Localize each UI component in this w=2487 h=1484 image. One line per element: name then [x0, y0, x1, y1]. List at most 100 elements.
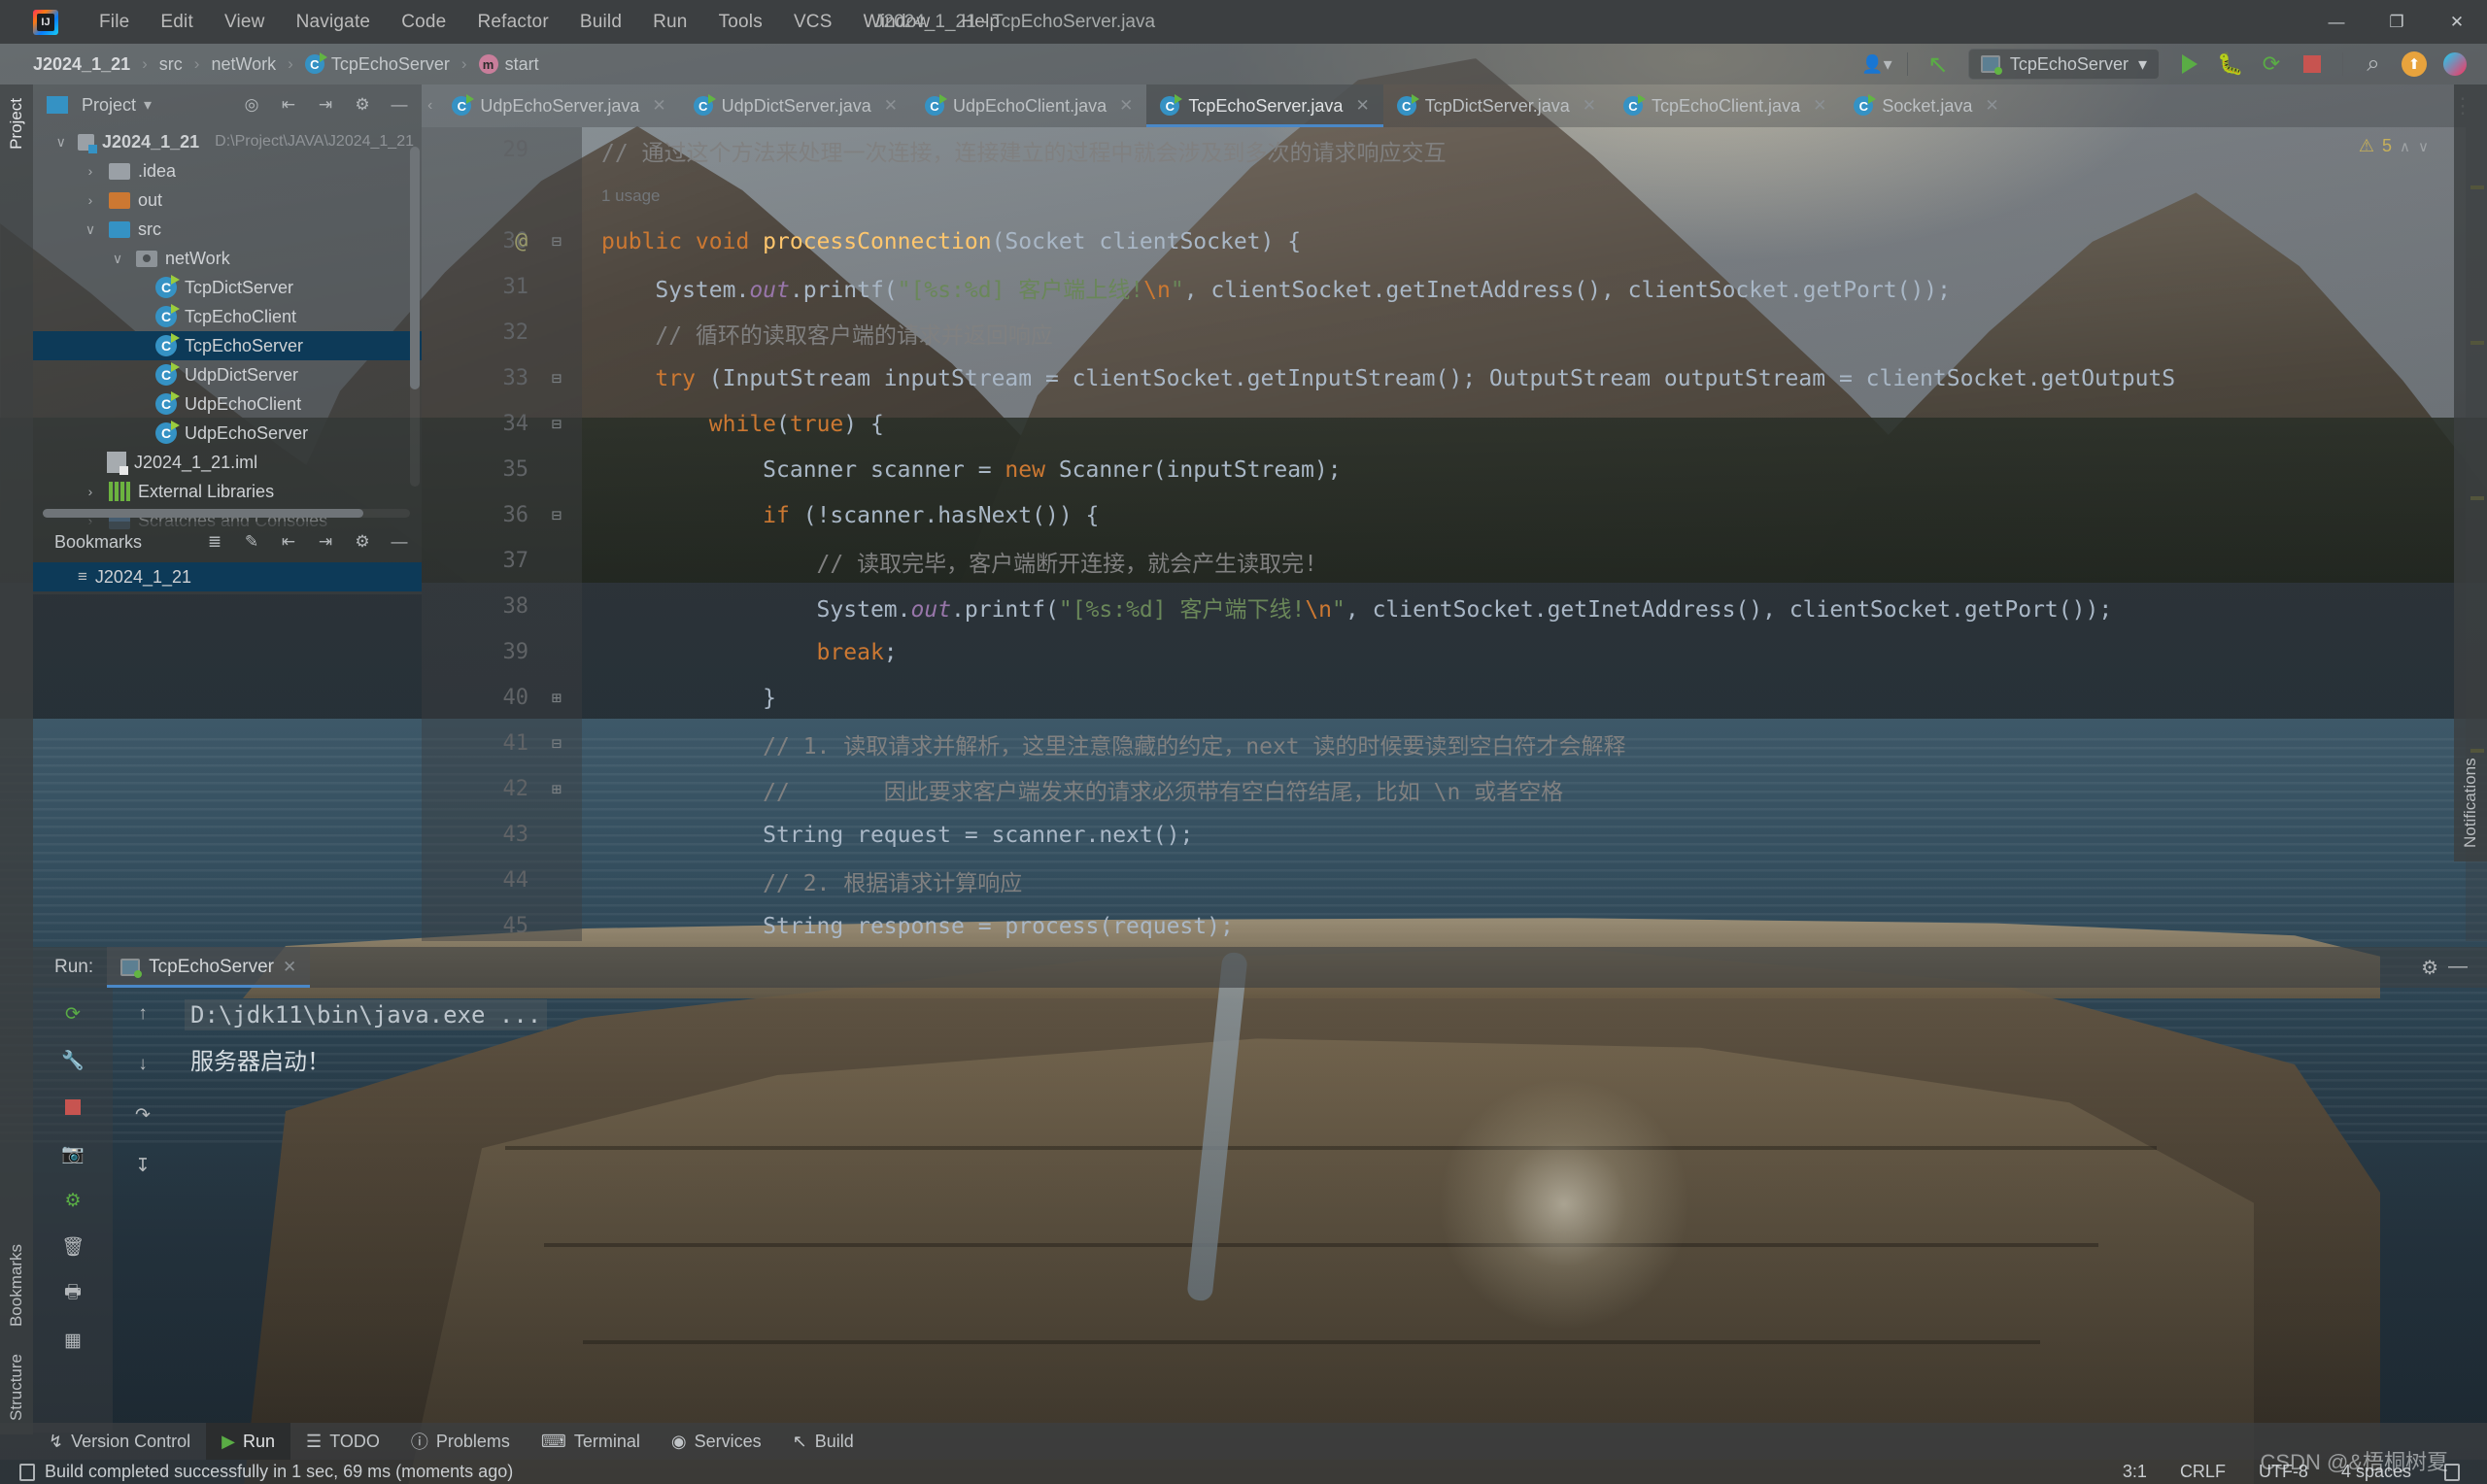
- fold-marker-icon[interactable]: ⊟: [546, 415, 567, 434]
- stop-icon[interactable]: [2294, 49, 2331, 80]
- bookmark-item[interactable]: ≡ J2024_1_21: [33, 562, 422, 591]
- coverage-icon[interactable]: ⟳: [2253, 49, 2290, 80]
- tree-node-out[interactable]: › out: [33, 186, 422, 215]
- menu-refactor[interactable]: Refactor: [461, 8, 563, 37]
- chevron-down-icon[interactable]: ∨: [2418, 138, 2429, 155]
- chevron-down-icon[interactable]: ▾: [144, 95, 152, 115]
- print-icon[interactable]: 🖶: [56, 1279, 89, 1308]
- code-line[interactable]: 38 System.out.printf("[%s:%d] 客户端下线!\n",…: [422, 584, 2487, 629]
- close-tab-icon[interactable]: ✕: [1119, 96, 1133, 116]
- code-line[interactable]: 37 // 读取完毕，客户端断开连接，就会产生读取完!: [422, 538, 2487, 584]
- run-tab-tcpechoserver[interactable]: TcpEchoServer ✕: [107, 947, 311, 988]
- camera-icon[interactable]: 📷: [56, 1139, 89, 1168]
- code-line[interactable]: 42 ⊞ // 因此要求客户端发来的请求必须带有空白符结尾，比如 \n 或者空格: [422, 766, 2487, 812]
- breadcrumb-method[interactable]: start: [473, 52, 545, 77]
- tree-node-network[interactable]: ∨ netWork: [33, 244, 422, 273]
- scroll-to-end-icon[interactable]: ↧: [126, 1151, 159, 1180]
- code-line[interactable]: 44 // 2. 根据请求计算响应: [422, 858, 2487, 903]
- code-line[interactable]: 41 ⊟ // 1. 读取请求并解析，这里注意隐藏的约定，next 读的时候要读到…: [422, 721, 2487, 766]
- tool-window-project[interactable]: Project: [7, 84, 26, 163]
- tree-node-idea[interactable]: › .idea: [33, 156, 422, 186]
- close-tab-icon[interactable]: ✕: [1985, 96, 1998, 116]
- menu-navigate[interactable]: Navigate: [281, 8, 387, 37]
- tab-udpechoserver[interactable]: UdpEchoServer.java ✕: [438, 84, 679, 127]
- collapse-all-icon[interactable]: ⇥: [311, 91, 340, 118]
- tree-node-iml[interactable]: J2024_1_21.iml: [33, 448, 422, 477]
- locate-icon[interactable]: ◎: [237, 91, 266, 118]
- tool-window-notifications[interactable]: Notifications: [2461, 123, 2480, 861]
- breadcrumb-project[interactable]: J2024_1_21: [27, 52, 136, 77]
- close-tab-icon[interactable]: ✕: [1355, 96, 1369, 116]
- soft-wrap-icon[interactable]: ↷: [126, 1100, 159, 1130]
- tree-node-udpechoserver[interactable]: UdpEchoServer: [33, 419, 422, 448]
- menu-run[interactable]: Run: [637, 8, 702, 37]
- tree-node-external-libraries[interactable]: › External Libraries: [33, 477, 422, 506]
- tree-node-tcpdictserver[interactable]: TcpDictServer: [33, 273, 422, 302]
- tool-window-bookmarks[interactable]: Bookmarks: [7, 1231, 26, 1340]
- chevron-icon[interactable]: ∨: [80, 221, 101, 238]
- project-horizontal-scrollbar[interactable]: [43, 509, 410, 518]
- run-icon[interactable]: [2171, 49, 2208, 80]
- debug-icon[interactable]: 🐛: [2212, 49, 2249, 80]
- ai-assistant-icon[interactable]: [2436, 49, 2473, 80]
- bottom-tab-problems[interactable]: ⓘ Problems: [395, 1423, 526, 1460]
- close-tab-icon[interactable]: ✕: [652, 96, 665, 116]
- menu-file[interactable]: File: [84, 8, 145, 37]
- code-content[interactable]: 29 // 通过这个方法来处理一次连接，连接建立的过程中就会涉及到多次的请求响应交…: [422, 127, 2487, 941]
- search-icon[interactable]: ⌕: [2355, 49, 2392, 80]
- fold-marker-icon[interactable]: ⊟: [546, 734, 567, 754]
- user-icon[interactable]: 👤▾: [1858, 49, 1895, 80]
- thread-dump-icon[interactable]: ⚙: [56, 1186, 89, 1215]
- close-tab-icon[interactable]: ✕: [884, 96, 898, 116]
- chevron-icon[interactable]: ›: [80, 192, 101, 208]
- breadcrumb-package[interactable]: netWork: [205, 52, 282, 77]
- console-output[interactable]: D:\jdk11\bin\java.exe ... 服务器启动！: [173, 988, 2487, 1433]
- gear-icon[interactable]: ⚙: [2421, 956, 2438, 980]
- collapse-all-icon[interactable]: ⇥: [311, 528, 340, 556]
- code-line[interactable]: 31 System.out.printf("[%s:%d] 客户端上线!\n",…: [422, 264, 2487, 310]
- close-tab-icon[interactable]: ✕: [1583, 96, 1596, 116]
- usage-hint[interactable]: 1 usage: [601, 186, 661, 206]
- fold-marker-icon[interactable]: ⊟: [546, 506, 567, 525]
- bottom-tab-todo[interactable]: ☰ TODO: [290, 1423, 395, 1460]
- close-tab-icon[interactable]: ✕: [283, 958, 296, 977]
- menu-view[interactable]: View: [209, 8, 281, 37]
- inspection-widget[interactable]: ⚠ 5 ∧ ∨: [2359, 136, 2429, 156]
- hide-panel-icon[interactable]: —: [385, 91, 414, 118]
- tree-node-src[interactable]: ∨ src: [33, 215, 422, 244]
- bottom-tab-services[interactable]: ◉ Services: [656, 1423, 777, 1460]
- run-configuration-selector[interactable]: TcpEchoServer ▾: [1967, 49, 2160, 80]
- tool-window-structure[interactable]: Structure: [7, 1340, 26, 1434]
- fold-marker-icon[interactable]: ⊟: [546, 232, 567, 252]
- code-line[interactable]: 36 ⊟ if (!scanner.hasNext()) {: [422, 492, 2487, 538]
- code-line[interactable]: 29 // 通过这个方法来处理一次连接，连接建立的过程中就会涉及到多次的请求响应交…: [422, 127, 2487, 173]
- tree-node-udpdictserver[interactable]: UdpDictServer: [33, 360, 422, 389]
- tab-udpdictserver[interactable]: UdpDictServer.java ✕: [680, 84, 911, 127]
- hide-panel-icon[interactable]: —: [385, 528, 414, 556]
- tab-socket[interactable]: Socket.java ✕: [1840, 84, 2012, 127]
- code-editor[interactable]: 29 // 通过这个方法来处理一次连接，连接建立的过程中就会涉及到多次的请求响应交…: [422, 127, 2487, 941]
- code-line[interactable]: 30 @ ⊟ public void processConnection(Socket…: [422, 219, 2487, 264]
- menu-build[interactable]: Build: [564, 8, 637, 37]
- chevron-icon[interactable]: ∨: [107, 251, 128, 267]
- add-bookmark-icon[interactable]: ≣: [200, 528, 229, 556]
- expand-all-icon[interactable]: ⇤: [274, 528, 303, 556]
- bottom-tab-run[interactable]: ▶ Run: [206, 1423, 291, 1460]
- tabs-scroll-left-icon[interactable]: ‹: [422, 84, 438, 127]
- caret-position[interactable]: 3:1: [2123, 1462, 2147, 1482]
- chevron-icon[interactable]: ›: [80, 163, 101, 179]
- tree-node-tcpechoserver[interactable]: TcpEchoServer: [33, 331, 422, 360]
- tab-udpechoclient[interactable]: UdpEchoClient.java ✕: [911, 84, 1146, 127]
- override-gutter-icon[interactable]: @: [515, 229, 528, 253]
- breadcrumb-src[interactable]: src: [153, 52, 188, 77]
- code-line[interactable]: 1 usage: [422, 173, 2487, 219]
- breadcrumb-class[interactable]: TcpEchoServer: [299, 52, 456, 77]
- code-line[interactable]: 34 ⊟ while(true) {: [422, 401, 2487, 447]
- maximize-button[interactable]: ❐: [2367, 0, 2427, 44]
- fold-marker-icon[interactable]: ⊟: [546, 369, 567, 388]
- down-arrow-icon[interactable]: ↓: [126, 1050, 159, 1079]
- hide-panel-icon[interactable]: —: [2448, 956, 2468, 980]
- chevron-icon[interactable]: ›: [80, 484, 101, 499]
- gear-icon[interactable]: ⚙: [348, 528, 377, 556]
- gear-icon[interactable]: ⚙: [348, 91, 377, 118]
